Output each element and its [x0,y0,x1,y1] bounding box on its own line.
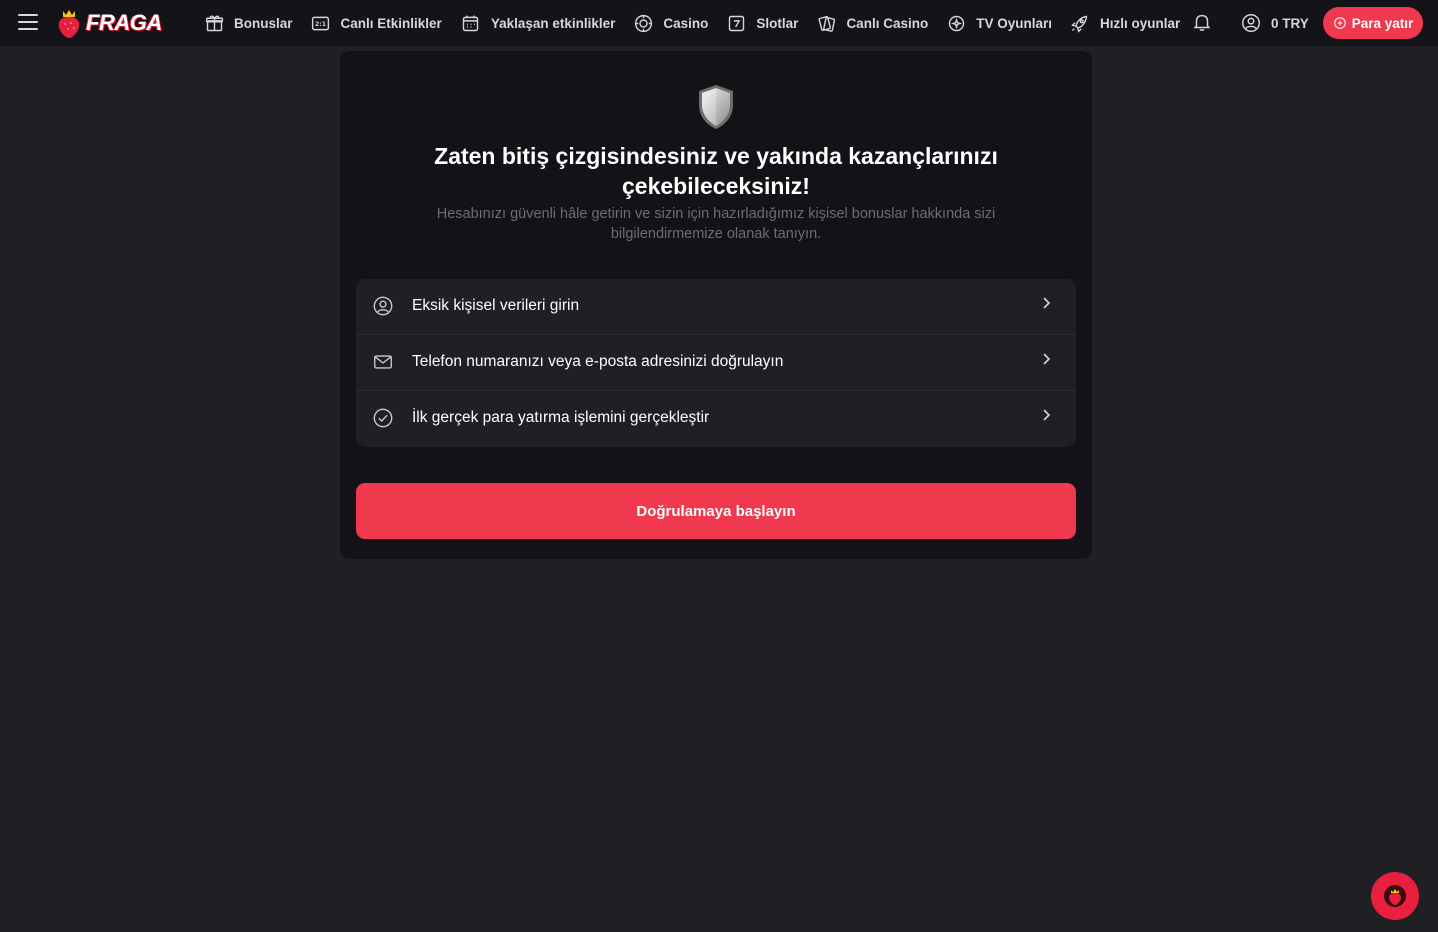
strawberry-logo-icon [58,10,80,38]
nav-item-slotlar[interactable]: Slotlar [725,0,798,46]
notifications-button[interactable] [1191,11,1215,35]
nav-label: TV Oyunları [976,15,1052,31]
check-circle-icon [372,407,396,431]
nav-label: Casino [663,15,709,31]
verification-card: Zaten bitiş çizgisindesiniz ve yakında k… [340,51,1092,559]
slot-icon [725,12,747,34]
card-subtitle: Hesabınızı güvenli hâle getirin ve sizin… [436,206,996,242]
nav-item-canli-etkinlikler[interactable]: 2:1 Canlı Etkinlikler [310,0,442,46]
verification-steps: Eksik kişisel verileri girin Telefon num… [356,279,1076,447]
nav-item-bonuslar[interactable]: Bonuslar [203,0,293,46]
gift-icon [203,12,225,34]
bell-icon [1193,14,1211,31]
step-verify-contact[interactable]: Telefon numaranızı veya e-posta adresini… [356,335,1076,391]
nav-item-casino[interactable]: Casino [632,0,708,46]
chevron-right-icon [1039,295,1055,315]
deposit-label: Para yatır [1351,15,1414,31]
menu-icon[interactable] [18,14,38,30]
nav-label: Canlı Casino [846,15,929,31]
calendar-icon [460,12,482,34]
chevron-right-icon [1039,351,1055,371]
tv-games-icon [945,12,967,34]
card-title: Zaten bitiş çizgisindesiniz ve yakında k… [434,143,998,199]
svg-text:2:1: 2:1 [315,21,326,28]
step-label: Telefon numaranızı veya e-posta adresini… [412,353,784,370]
shield-icon [699,85,733,129]
nav-item-hizli-oyunlar[interactable]: Hızlı oyunlar [1069,0,1180,46]
account-balance[interactable]: 0 TRY [1240,11,1309,35]
step-label: Eksik kişisel verileri girin [412,297,580,314]
logo[interactable]: FRAGA [56,6,162,40]
support-chat-button[interactable] [1371,872,1419,920]
live-score-icon: 2:1 [310,12,332,34]
step-first-deposit[interactable]: İlk gerçek para yatırma işlemini gerçekl… [356,391,1076,447]
start-verification-button[interactable]: Doğrulamaya başlayın [356,483,1076,539]
rocket-icon [1069,12,1091,34]
main-nav: Bonuslar 2:1 Canlı Etkinlikler Yaklaşan … [203,0,1180,46]
balance-value: 0 TRY [1271,15,1309,31]
casino-chip-icon [632,12,654,34]
cards-icon [815,12,837,34]
nav-item-canli-casino[interactable]: Canlı Casino [815,0,928,46]
deposit-button[interactable]: Para yatır [1323,7,1423,39]
nav-label: Bonuslar [234,15,293,31]
nav-label: Canlı Etkinlikler [340,15,442,31]
strawberry-icon [1384,885,1406,907]
nav-item-tv-oyunlari[interactable]: TV Oyunları [945,0,1052,46]
nav-label: Yaklaşan etkinlikler [490,15,616,31]
nav-item-yaklasan-etkinlikler[interactable]: Yaklaşan etkinlikler [460,0,616,46]
step-personal-data[interactable]: Eksik kişisel verileri girin [356,279,1076,335]
user-circle-icon [1242,14,1260,32]
user-circle-icon [372,295,396,319]
step-label: İlk gerçek para yatırma işlemini gerçekl… [412,409,710,426]
plus-circle-icon [1333,17,1346,29]
mail-icon [372,351,396,375]
nav-label: Hızlı oyunlar [1099,15,1181,31]
chevron-right-icon [1039,407,1055,427]
top-bar: FRAGA Bonuslar 2:1 Canlı Etkinlikler Yak… [0,0,1438,46]
nav-label: Slotlar [756,15,799,31]
logo-text: FRAGA [86,10,162,35]
